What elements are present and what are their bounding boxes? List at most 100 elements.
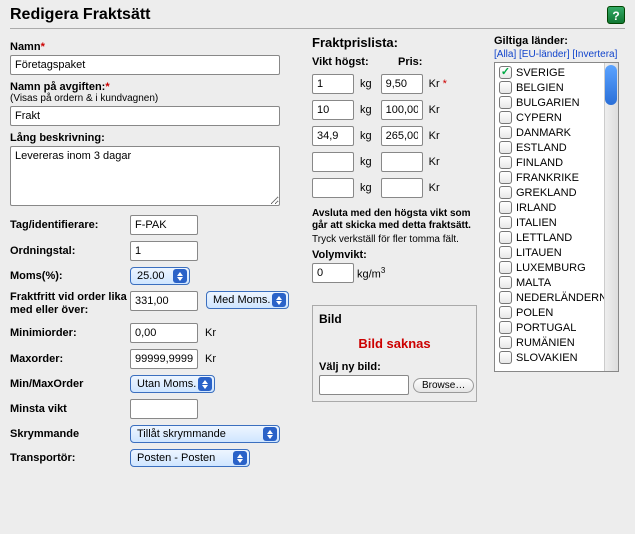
checkbox-icon[interactable] xyxy=(499,276,512,289)
link-eu[interactable]: [EU-länder] xyxy=(519,49,570,60)
stepper-icon xyxy=(198,377,212,391)
checkbox-icon[interactable] xyxy=(499,156,512,169)
fee-input[interactable] xyxy=(10,106,280,126)
country-row[interactable]: MALTA xyxy=(495,275,618,290)
checkbox-icon[interactable] xyxy=(499,111,512,124)
country-row[interactable]: ITALIEN xyxy=(495,215,618,230)
checkbox-icon[interactable] xyxy=(499,216,512,229)
name-input[interactable] xyxy=(10,55,280,75)
country-name: GREKLAND xyxy=(516,187,577,199)
country-row[interactable]: CYPERN xyxy=(495,110,618,125)
price-row: kgKr * xyxy=(312,74,482,94)
country-row[interactable]: POLEN xyxy=(495,305,618,320)
country-name: FRANKRIKE xyxy=(516,172,579,184)
checkbox-icon[interactable] xyxy=(499,351,512,364)
country-row[interactable]: LUXEMBURG xyxy=(495,260,618,275)
checkbox-icon[interactable] xyxy=(499,336,512,349)
image-path-input[interactable] xyxy=(319,375,409,395)
checkbox-icon[interactable] xyxy=(499,171,512,184)
tag-input[interactable] xyxy=(130,215,198,235)
min-unit: Kr xyxy=(205,327,216,339)
country-name: NEDERLÄNDERNA xyxy=(516,292,614,304)
max-input[interactable] xyxy=(130,349,198,369)
min-label: Minimiorder: xyxy=(10,327,130,339)
checkbox-icon[interactable] xyxy=(499,231,512,244)
scrollbar[interactable] xyxy=(604,63,618,371)
fee-sublabel: (Visas på ordern & i kundvagnen) xyxy=(10,93,300,104)
link-invert[interactable]: [Invertera] xyxy=(572,49,617,60)
scrollbar-thumb[interactable] xyxy=(605,65,617,105)
moms-label: Moms(%): xyxy=(10,270,130,282)
country-row[interactable]: IRLAND xyxy=(495,200,618,215)
minvikt-label: Minsta vikt xyxy=(10,403,130,415)
checkbox-icon[interactable] xyxy=(499,306,512,319)
country-row[interactable]: RUMÄNIEN xyxy=(495,335,618,350)
minvikt-input[interactable] xyxy=(130,399,198,419)
longdesc-input[interactable]: Levereras inom 3 dagar xyxy=(10,146,280,206)
vol-input[interactable] xyxy=(312,263,354,283)
trans-select[interactable]: Posten - Posten xyxy=(130,449,250,467)
free-moms-select[interactable]: Med Moms. xyxy=(206,291,289,309)
weight-input[interactable] xyxy=(312,126,354,146)
kg-unit: kg xyxy=(360,182,372,194)
fee-label: Namn på avgiften:* xyxy=(10,81,300,93)
pricelist-title: Fraktprislista: xyxy=(312,35,482,50)
country-row[interactable]: BELGIEN xyxy=(495,80,618,95)
skrym-select[interactable]: Tillåt skrymmande xyxy=(130,425,280,443)
country-row[interactable]: SLOVAKIEN xyxy=(495,350,618,365)
country-name: BULGARIEN xyxy=(516,97,580,109)
price-row: kgKr xyxy=(312,100,482,120)
weight-input[interactable] xyxy=(312,152,354,172)
price-row: kgKr xyxy=(312,178,482,198)
country-name: BELGIEN xyxy=(516,82,564,94)
browse-button[interactable]: Browse… xyxy=(413,378,474,393)
country-name: PORTUGAL xyxy=(516,322,576,334)
weight-input[interactable] xyxy=(312,100,354,120)
moms-select[interactable]: 25.00 xyxy=(130,267,190,285)
country-row[interactable]: LETTLAND xyxy=(495,230,618,245)
country-row[interactable]: GREKLAND xyxy=(495,185,618,200)
country-row[interactable]: ESTLAND xyxy=(495,140,618,155)
country-row[interactable]: FINLAND xyxy=(495,155,618,170)
weight-input[interactable] xyxy=(312,178,354,198)
checkbox-icon[interactable] xyxy=(499,81,512,94)
country-name: LUXEMBURG xyxy=(516,262,586,274)
required-marker: * xyxy=(443,78,447,90)
checkbox-icon[interactable] xyxy=(499,141,512,154)
price-row: kgKr xyxy=(312,152,482,172)
checkbox-icon[interactable] xyxy=(499,246,512,259)
link-all[interactable]: [Alla] xyxy=(494,49,516,60)
min-input[interactable] xyxy=(130,323,198,343)
ord-input[interactable] xyxy=(130,241,198,261)
checkbox-icon[interactable] xyxy=(499,96,512,109)
price-input[interactable] xyxy=(381,74,423,94)
country-row[interactable]: BULGARIEN xyxy=(495,95,618,110)
country-row[interactable]: PORTUGAL xyxy=(495,320,618,335)
checkbox-icon[interactable] xyxy=(499,201,512,214)
countries-list[interactable]: SVERIGE BELGIEN BULGARIENCYPERNDANMARKESTL… xyxy=(494,62,619,372)
price-input[interactable] xyxy=(381,100,423,120)
checkbox-icon[interactable] xyxy=(499,126,512,139)
help-icon[interactable]: ? xyxy=(607,6,625,24)
minmax-select[interactable]: Utan Moms. xyxy=(130,375,215,393)
kg-unit: kg xyxy=(360,156,372,168)
checkbox-icon[interactable] xyxy=(499,66,512,79)
checkbox-icon[interactable] xyxy=(499,261,512,274)
price-input[interactable] xyxy=(381,178,423,198)
price-input[interactable] xyxy=(381,126,423,146)
country-row[interactable]: LITAUEN xyxy=(495,245,618,260)
minmax-label: Min/MaxOrder xyxy=(10,378,130,390)
checkbox-icon[interactable] xyxy=(499,321,512,334)
country-row[interactable]: NEDERLÄNDERNA xyxy=(495,290,618,305)
country-row[interactable]: FRANKRIKE xyxy=(495,170,618,185)
free-input[interactable] xyxy=(130,291,198,311)
country-row[interactable]: SVERIGE xyxy=(495,65,618,80)
checkbox-icon[interactable] xyxy=(499,291,512,304)
checkbox-icon[interactable] xyxy=(499,186,512,199)
col-weight: Vikt högst: xyxy=(312,56,370,68)
weight-input[interactable] xyxy=(312,74,354,94)
country-row[interactable]: DANMARK xyxy=(495,125,618,140)
note-endweight: Avsluta med den högsta vikt som går att … xyxy=(312,208,482,232)
price-input[interactable] xyxy=(381,152,423,172)
kr-unit: Kr xyxy=(429,78,440,90)
